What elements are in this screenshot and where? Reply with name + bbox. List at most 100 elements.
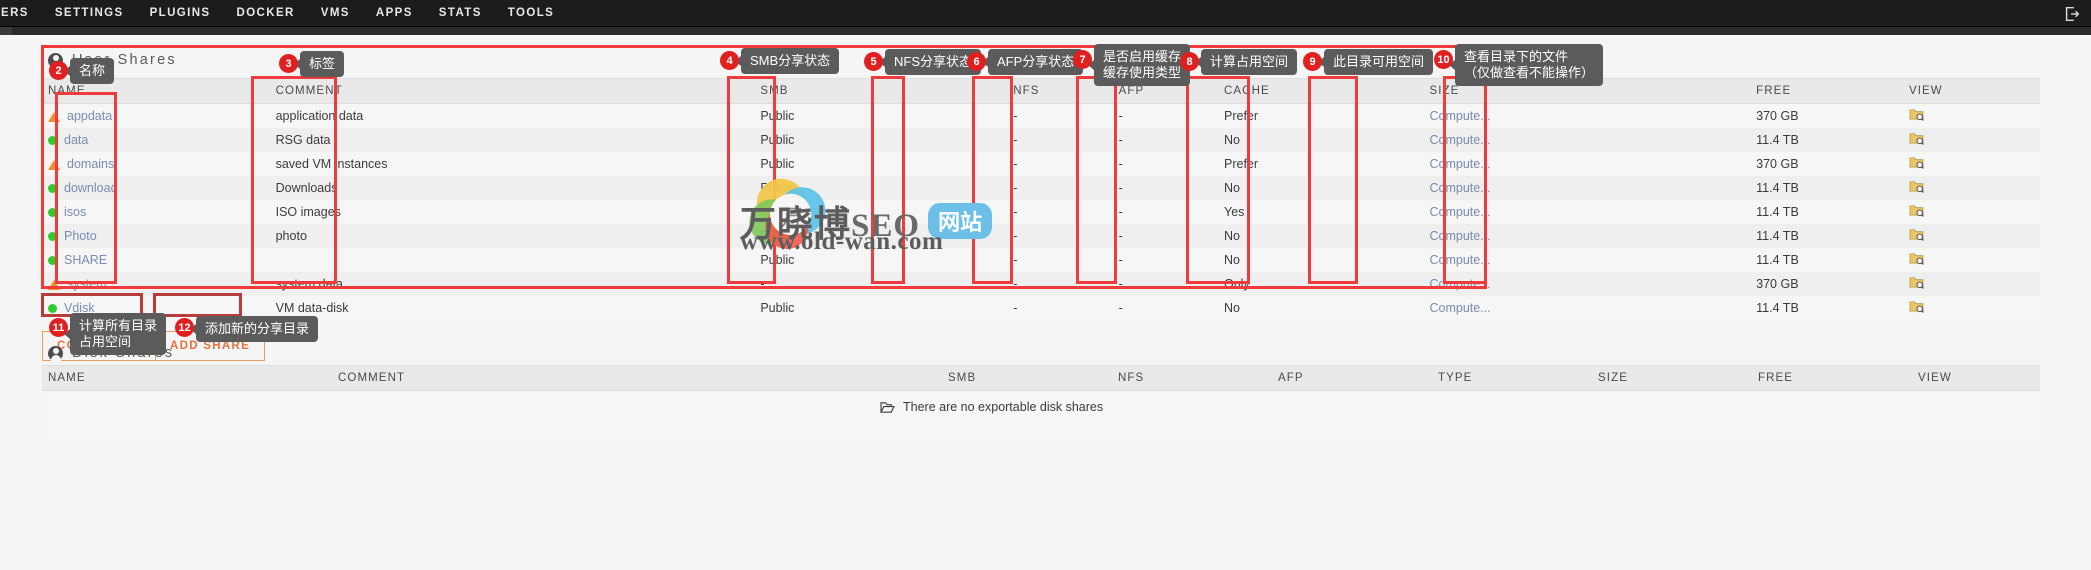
disk-col-header-free[interactable]: FREE — [1752, 365, 1912, 391]
share-name-link[interactable]: SHARE — [64, 253, 107, 267]
share-name-cell[interactable]: isos — [42, 200, 270, 224]
compute-size-link[interactable]: Compute... — [1429, 205, 1490, 219]
table-row[interactable]: data RSG data Public - - No Compute... 11.4 TB — [42, 128, 2040, 152]
share-size-cell[interactable]: Compute... — [1423, 248, 1750, 272]
logout-icon[interactable] — [2063, 5, 2081, 23]
disk-col-header-name[interactable]: NAME — [42, 365, 332, 391]
view-folder-icon[interactable] — [1909, 108, 1924, 121]
share-name-cell[interactable]: SHARE — [42, 248, 270, 272]
share-view-cell[interactable] — [1903, 296, 2040, 320]
compute-size-link[interactable]: Compute... — [1429, 253, 1490, 267]
share-cache-cell: No — [1224, 229, 1240, 243]
share-name-link[interactable]: download — [64, 181, 118, 195]
table-row[interactable]: Photo photo Public - - No Compute... 11.4 TB — [42, 224, 2040, 248]
compute-size-link[interactable]: Compute... — [1429, 301, 1490, 315]
col-header-cache[interactable]: CACHE — [1218, 78, 1424, 104]
share-name-cell[interactable]: system — [42, 272, 270, 296]
share-size-cell[interactable]: Compute... — [1423, 200, 1750, 224]
share-size-cell[interactable]: Compute... — [1423, 176, 1750, 200]
col-header-comment[interactable]: COMMENT — [269, 78, 755, 104]
compute-size-link[interactable]: Compute... — [1429, 109, 1490, 123]
share-name-cell[interactable]: domains — [42, 152, 270, 176]
disk-col-header-type[interactable]: TYPE — [1432, 365, 1592, 391]
compute-size-link[interactable]: Compute... — [1429, 157, 1490, 171]
share-size-cell[interactable]: Compute... — [1423, 104, 1750, 129]
disk-col-header-nfs[interactable]: NFS — [1112, 365, 1272, 391]
share-name-link[interactable]: isos — [64, 205, 86, 219]
share-name-cell[interactable]: Photo — [42, 224, 270, 248]
share-name-link[interactable]: appdata — [67, 109, 112, 123]
nav-item-vms[interactable]: VMS — [308, 7, 363, 19]
nav-item-plugins[interactable]: PLUGINS — [137, 7, 224, 19]
share-view-cell[interactable] — [1903, 272, 2040, 296]
open-folder-icon — [880, 401, 895, 413]
share-free-cell: 11.4 TB — [1756, 205, 1799, 219]
view-folder-icon[interactable] — [1909, 204, 1924, 217]
view-folder-icon[interactable] — [1909, 228, 1924, 241]
share-view-cell[interactable] — [1903, 152, 2040, 176]
share-view-cell[interactable] — [1903, 248, 2040, 272]
compute-size-link[interactable]: Compute... — [1429, 277, 1490, 291]
table-row[interactable]: download Downloads Public - - No Compute... 11.… — [42, 176, 2040, 200]
table-row[interactable]: Vdisk VM data-disk Public - - No Compute... 11.… — [42, 296, 2040, 320]
share-size-cell[interactable]: Compute... — [1423, 152, 1750, 176]
share-name-link[interactable]: Photo — [64, 229, 97, 243]
table-row[interactable]: domains saved VM instances Public - - Prefer C… — [42, 152, 2040, 176]
share-comment-cell: saved VM instances — [275, 157, 388, 171]
share-name-cell[interactable]: data — [42, 128, 270, 152]
view-folder-icon[interactable] — [1909, 276, 1924, 289]
table-row[interactable]: isos ISO images Public - - Yes Compute... 11.4 … — [42, 200, 2040, 224]
col-header-view[interactable]: VIEW — [1902, 78, 2040, 104]
share-name-link[interactable]: system — [67, 277, 107, 291]
warning-triangle-icon — [48, 159, 60, 170]
compute-size-link[interactable]: Compute... — [1429, 229, 1490, 243]
share-view-cell[interactable] — [1903, 104, 2040, 129]
view-folder-icon[interactable] — [1909, 180, 1924, 193]
nav-item-apps[interactable]: APPS — [363, 7, 426, 19]
share-view-cell[interactable] — [1903, 200, 2040, 224]
main-panel: User Shares NAME COMMENT SMB NFS AFP CAC… — [0, 35, 2091, 570]
nav-item-docker[interactable]: DOCKER — [224, 7, 308, 19]
share-name-link[interactable]: data — [64, 133, 88, 147]
disk-col-header-comment[interactable]: COMMENT — [332, 365, 942, 391]
nav-item-ers[interactable]: ERS — [0, 7, 42, 19]
compute-size-link[interactable]: Compute... — [1429, 181, 1490, 195]
disk-col-header-view[interactable]: VIEW — [1912, 365, 2040, 391]
share-smb-cell: Public — [760, 181, 795, 195]
nav-item-settings[interactable]: SETTINGS — [42, 7, 137, 19]
view-folder-icon[interactable] — [1909, 132, 1924, 145]
share-free-cell: 370 GB — [1756, 109, 1799, 123]
view-folder-icon[interactable] — [1909, 300, 1924, 313]
share-cache-cell: Only — [1224, 277, 1250, 291]
share-smb-cell: Public — [760, 301, 795, 315]
col-header-smb[interactable]: SMB — [754, 78, 1008, 104]
status-dot-icon — [48, 304, 57, 314]
share-name-cell[interactable]: download — [42, 176, 270, 200]
share-afp-cell: - — [1118, 181, 1123, 195]
share-size-cell[interactable]: Compute... — [1423, 272, 1750, 296]
nav-item-stats[interactable]: STATS — [426, 7, 495, 19]
share-name-link[interactable]: domains — [67, 157, 114, 171]
share-size-cell[interactable]: Compute... — [1423, 296, 1750, 320]
compute-size-link[interactable]: Compute... — [1429, 133, 1490, 147]
share-size-cell[interactable]: Compute... — [1423, 128, 1750, 152]
disk-col-header-afp[interactable]: AFP — [1272, 365, 1432, 391]
nav-item-tools[interactable]: TOOLS — [495, 7, 567, 19]
annotation-tip-6: AFP分享状态 — [981, 49, 1084, 75]
share-size-cell[interactable]: Compute... — [1423, 224, 1750, 248]
share-name-cell[interactable]: appdata — [42, 104, 270, 129]
view-folder-icon[interactable] — [1909, 252, 1924, 265]
share-afp-cell: - — [1118, 205, 1123, 219]
table-row[interactable]: SHARE Public - - No Compute... 11.4 TB — [42, 248, 2040, 272]
share-view-cell[interactable] — [1903, 224, 2040, 248]
view-folder-icon[interactable] — [1909, 156, 1924, 169]
col-header-free[interactable]: FREE — [1750, 78, 1903, 104]
share-view-cell[interactable] — [1903, 176, 2040, 200]
table-row[interactable]: system system data - - - Only Compute... 370 GB — [42, 272, 2040, 296]
disk-col-header-size[interactable]: SIZE — [1592, 365, 1752, 391]
share-view-cell[interactable] — [1903, 128, 2040, 152]
table-row[interactable]: appdata application data Public - - Prefer Com… — [42, 103, 2040, 129]
disk-col-header-smb[interactable]: SMB — [942, 365, 1112, 391]
disk-shares-empty-row — [42, 390, 2040, 439]
share-comment-cell: VM data-disk — [275, 301, 349, 315]
